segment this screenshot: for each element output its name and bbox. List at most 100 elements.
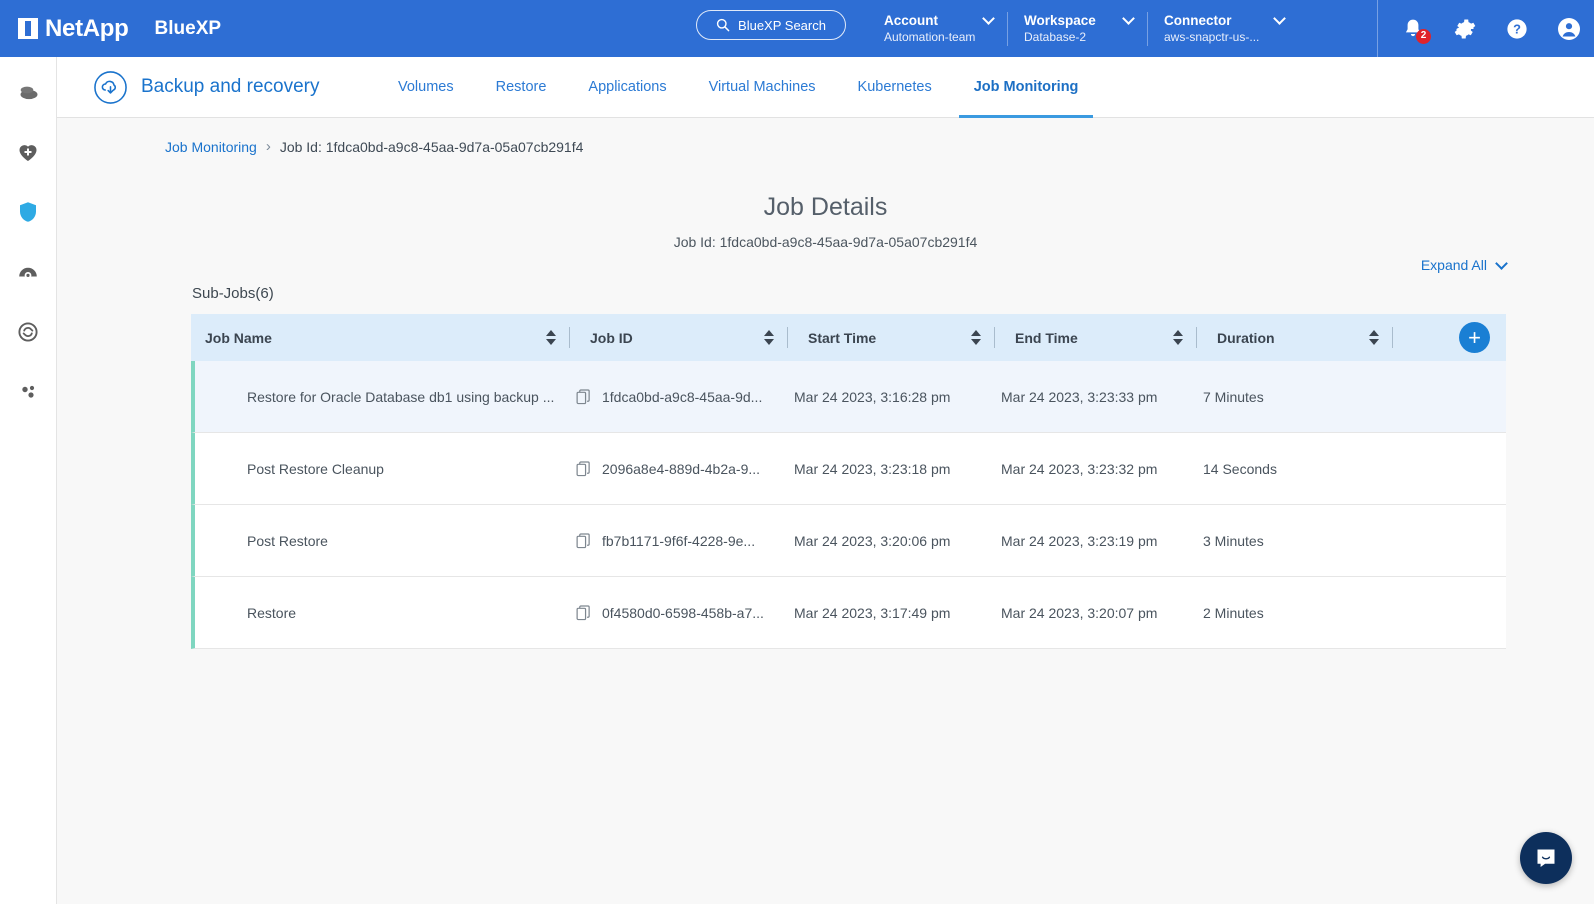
column-header-duration-label: Duration — [1203, 330, 1275, 346]
sort-toggle-start-time[interactable] — [971, 330, 981, 345]
connector-selector-value: aws-snapctr-us-... — [1164, 29, 1272, 45]
tab-kubernetes-label: Kubernetes — [858, 79, 932, 95]
cell-job-id: 0f4580d0-6598-458b-a7... — [576, 577, 794, 649]
sidebar-item-canvas[interactable] — [11, 75, 45, 109]
expand-all-label: Expand All — [1421, 257, 1487, 273]
table-row[interactable]: Restore for Oracle Database db1 using ba… — [191, 361, 1506, 433]
sort-toggle-duration[interactable] — [1369, 330, 1379, 345]
tab-virtual-machines[interactable]: Virtual Machines — [688, 57, 837, 118]
cell-start-time: Mar 24 2023, 3:23:18 pm — [794, 433, 1001, 505]
column-header-start-time[interactable]: Start Time — [794, 314, 1001, 361]
chevron-down-icon — [1273, 12, 1286, 25]
health-icon — [16, 140, 40, 164]
left-nav-rail — [0, 57, 57, 904]
table-row[interactable]: Restore 0f4580d0-6598-458b-a7... Mar 24 … — [191, 577, 1506, 649]
mobility-sync-icon — [16, 320, 40, 344]
sidebar-item-extensions[interactable] — [11, 375, 45, 409]
add-column-button[interactable]: + — [1459, 322, 1490, 353]
copy-icon[interactable] — [576, 533, 591, 549]
tab-job-monitoring-label: Job Monitoring — [974, 79, 1079, 95]
table-row[interactable]: Post Restore fb7b1171-9f6f-4228-9e... Ma… — [191, 505, 1506, 577]
cell-job-id: 2096a8e4-889d-4b2a-9... — [576, 433, 794, 505]
tab-applications[interactable]: Applications — [567, 57, 687, 118]
service-tabs: Volumes Restore Applications Virtual Mac… — [377, 57, 1099, 118]
settings-button[interactable] — [1452, 16, 1478, 42]
breadcrumb-current: Job Id: 1fdca0bd-a9c8-45aa-9d7a-05a07cb2… — [280, 139, 584, 155]
search-icon — [716, 18, 730, 32]
column-header-end-time-label: End Time — [1001, 330, 1078, 346]
column-header-job-id-label: Job ID — [576, 330, 633, 346]
sidebar-item-governance[interactable] — [11, 255, 45, 289]
global-header: NetApp BlueXP BlueXP Search Account Auto… — [0, 0, 1594, 57]
copy-icon[interactable] — [576, 389, 591, 405]
tab-job-monitoring[interactable]: Job Monitoring — [953, 57, 1100, 118]
account-selector-value: Automation-team — [884, 29, 981, 45]
cell-job-id-text: 1fdca0bd-a9c8-45aa-9d... — [602, 389, 762, 405]
service-brand[interactable]: Backup and recovery — [57, 70, 357, 105]
main-content: Job Monitoring › Job Id: 1fdca0bd-a9c8-4… — [57, 118, 1594, 904]
tab-applications-label: Applications — [588, 79, 666, 95]
column-header-job-id[interactable]: Job ID — [576, 314, 794, 361]
bluexp-product-name[interactable]: BlueXP — [155, 18, 222, 40]
connector-selector-title: Connector — [1164, 13, 1272, 29]
global-search-label: BlueXP Search — [738, 18, 826, 33]
brand-area: NetApp BlueXP — [0, 15, 221, 43]
expand-all-button[interactable]: Expand All — [1421, 257, 1506, 273]
sort-toggle-job-id[interactable] — [764, 330, 774, 345]
tab-restore[interactable]: Restore — [475, 57, 568, 118]
column-divider — [569, 327, 570, 348]
account-selector[interactable]: Account Automation-team — [868, 12, 1008, 46]
tab-kubernetes[interactable]: Kubernetes — [837, 57, 953, 118]
chat-bubble-icon — [1533, 845, 1559, 871]
service-header: Backup and recovery Volumes Restore Appl… — [57, 57, 1594, 118]
column-divider — [787, 327, 788, 348]
netapp-logo[interactable]: NetApp — [18, 15, 129, 43]
cell-job-name: Restore — [195, 577, 576, 649]
help-icon: ? — [1506, 18, 1528, 40]
user-account-button[interactable] — [1556, 16, 1582, 42]
breadcrumb: Job Monitoring › Job Id: 1fdca0bd-a9c8-4… — [57, 118, 1594, 155]
copy-icon[interactable] — [576, 461, 591, 477]
workspace-selector[interactable]: Workspace Database-2 — [1008, 12, 1148, 46]
sidebar-item-mobility[interactable] — [11, 315, 45, 349]
column-header-duration[interactable]: Duration — [1203, 314, 1399, 361]
cell-job-id: 1fdca0bd-a9c8-45aa-9d... — [576, 361, 794, 433]
sort-toggle-job-name[interactable] — [546, 330, 556, 345]
netapp-logo-icon — [18, 18, 38, 39]
copy-icon[interactable] — [576, 605, 591, 621]
header-selectors: Account Automation-team Workspace Databa… — [868, 0, 1298, 57]
header-icon-group: 2 ? — [1377, 0, 1582, 57]
page-title: Job Details — [57, 193, 1594, 222]
user-account-icon — [1557, 17, 1581, 41]
cell-job-id-text: 2096a8e4-889d-4b2a-9... — [602, 461, 760, 477]
column-header-end-time[interactable]: End Time — [1001, 314, 1203, 361]
breadcrumb-parent-link[interactable]: Job Monitoring — [165, 139, 257, 155]
column-header-job-name-label: Job Name — [191, 330, 272, 346]
cell-job-id-text: fb7b1171-9f6f-4228-9e... — [602, 533, 755, 549]
column-divider — [994, 327, 995, 348]
cell-duration: 14 Seconds — [1203, 433, 1399, 505]
sub-jobs-count-label: Sub-Jobs(6) — [57, 285, 1594, 302]
notifications-button[interactable]: 2 — [1400, 16, 1426, 42]
netapp-wordmark: NetApp — [45, 15, 129, 43]
cell-job-name: Post Restore Cleanup — [195, 433, 576, 505]
cell-start-time: Mar 24 2023, 3:17:49 pm — [794, 577, 1001, 649]
page-subtitle-job-id: Job Id: 1fdca0bd-a9c8-45aa-9d7a-05a07cb2… — [57, 234, 1594, 250]
sidebar-item-protection[interactable] — [11, 195, 45, 229]
cell-duration: 3 Minutes — [1203, 505, 1399, 577]
chat-support-button[interactable] — [1520, 832, 1572, 884]
connector-selector[interactable]: Connector aws-snapctr-us-... — [1148, 12, 1298, 46]
cell-end-time: Mar 24 2023, 3:20:07 pm — [1001, 577, 1203, 649]
column-header-job-name[interactable]: Job Name — [191, 314, 576, 361]
cell-duration: 2 Minutes — [1203, 577, 1399, 649]
sort-toggle-end-time[interactable] — [1173, 330, 1183, 345]
tab-volumes[interactable]: Volumes — [377, 57, 475, 118]
cell-start-time: Mar 24 2023, 3:20:06 pm — [794, 505, 1001, 577]
help-button[interactable]: ? — [1504, 16, 1530, 42]
tab-volumes-label: Volumes — [398, 79, 454, 95]
table-row[interactable]: Post Restore Cleanup 2096a8e4-889d-4b2a-… — [191, 433, 1506, 505]
sidebar-item-health[interactable] — [11, 135, 45, 169]
extensions-icon — [16, 380, 40, 404]
global-search-button[interactable]: BlueXP Search — [696, 10, 846, 40]
cell-job-name: Restore for Oracle Database db1 using ba… — [195, 361, 576, 433]
